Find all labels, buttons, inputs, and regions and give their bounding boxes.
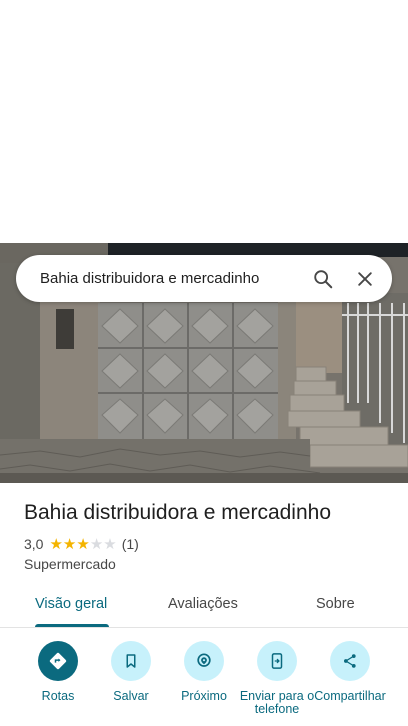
bookmark-icon[interactable] (111, 641, 151, 681)
nearby-label: Próximo (181, 689, 227, 703)
nearby-icon[interactable] (184, 641, 224, 681)
rating-row[interactable]: 3,0 ★ ★ ★ ★ ★ (1) (24, 536, 139, 552)
directions-icon[interactable] (38, 641, 78, 681)
directions-button[interactable]: Rotas (18, 641, 98, 703)
search-input[interactable]: Bahia distribuidora e mercadinho (40, 270, 302, 287)
close-icon[interactable] (344, 258, 386, 300)
nearby-button[interactable]: Próximo (164, 641, 244, 703)
send-to-phone-button[interactable]: Enviar para o telefone (237, 641, 317, 716)
share-label: Compartilhar (314, 689, 386, 703)
place-category: Supermercado (24, 556, 116, 572)
rating-value: 3,0 (24, 536, 44, 552)
star-icon: ★ (49, 535, 63, 553)
share-button[interactable]: Compartilhar (310, 641, 390, 703)
search-bar[interactable]: Bahia distribuidora e mercadinho (16, 255, 392, 302)
share-icon[interactable] (330, 641, 370, 681)
place-tabs: Visão geral Avaliações Sobre (0, 586, 408, 628)
star-icon: ★ (89, 535, 104, 553)
tab-overview[interactable]: Visão geral (35, 596, 107, 612)
review-count[interactable]: (1) (122, 536, 139, 552)
send-to-phone-label: Enviar para o telefone (239, 689, 315, 716)
save-label: Salvar (113, 689, 149, 703)
save-button[interactable]: Salvar (91, 641, 171, 703)
send-to-phone-icon[interactable] (257, 641, 297, 681)
star-icon: ★ (62, 535, 77, 553)
action-bar: Rotas Salvar Próximo Enviar para o telef… (0, 641, 408, 726)
tab-about[interactable]: Sobre (316, 596, 355, 612)
map-area[interactable] (0, 0, 408, 243)
search-icon[interactable] (302, 258, 344, 300)
active-tab-indicator (35, 624, 109, 627)
star-icon: ★ (76, 535, 90, 553)
rating-stars: ★ ★ ★ ★ ★ (49, 537, 116, 552)
star-icon: ★ (103, 535, 117, 553)
directions-label: Rotas (41, 689, 75, 703)
tab-reviews[interactable]: Avaliações (168, 596, 238, 612)
place-title: Bahia distribuidora e mercadinho (24, 501, 332, 524)
